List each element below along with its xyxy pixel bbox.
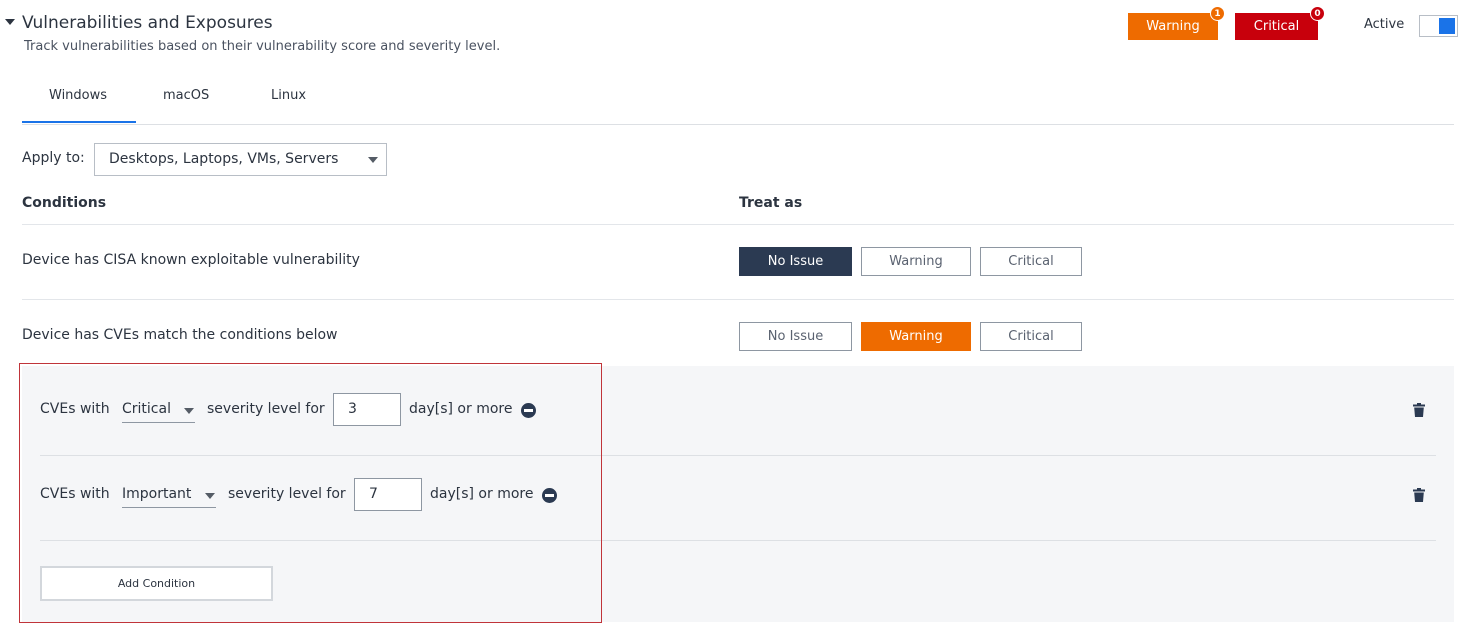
toggle-knob — [1439, 18, 1455, 34]
apply-to-label: Apply to: — [22, 150, 85, 166]
tab-linux[interactable]: Linux — [271, 88, 306, 103]
condition-cisa-text: Device has CISA known exploitable vulner… — [22, 252, 360, 268]
cves-warning-button[interactable]: Warning — [861, 322, 971, 351]
critical-summary-button[interactable]: Critical — [1235, 13, 1318, 40]
chevron-down-icon — [368, 157, 378, 163]
tab-windows[interactable]: Windows — [49, 88, 107, 103]
collapse-caret-icon[interactable] — [5, 19, 15, 25]
highlight-box — [19, 363, 602, 623]
tab-macos[interactable]: macOS — [163, 88, 209, 103]
apply-to-select[interactable]: Desktops, Laptops, VMs, Servers — [94, 143, 387, 176]
trash-icon[interactable] — [1413, 488, 1425, 502]
cves-no-issue-button[interactable]: No Issue — [739, 322, 852, 351]
warning-count-badge: 1 — [1210, 6, 1225, 21]
active-tab-indicator — [22, 121, 136, 123]
conditions-column-header: Conditions — [22, 195, 107, 211]
active-label: Active — [1364, 17, 1405, 32]
cisa-critical-button[interactable]: Critical — [980, 247, 1082, 276]
divider — [22, 224, 1454, 225]
cves-critical-button[interactable]: Critical — [980, 322, 1082, 351]
critical-count-badge: 0 — [1310, 6, 1325, 21]
section-title: Vulnerabilities and Exposures — [22, 13, 273, 33]
warning-summary-button[interactable]: Warning — [1128, 13, 1218, 40]
condition-cves-text: Device has CVEs match the conditions bel… — [22, 327, 338, 343]
cisa-no-issue-button[interactable]: No Issue — [739, 247, 852, 276]
tabs-divider — [22, 124, 1454, 125]
divider — [22, 299, 1454, 300]
trash-icon[interactable] — [1413, 403, 1425, 417]
section-subtitle: Track vulnerabilities based on their vul… — [24, 39, 501, 54]
apply-to-value: Desktops, Laptops, VMs, Servers — [109, 151, 339, 167]
active-toggle[interactable] — [1419, 15, 1458, 37]
treat-as-column-header: Treat as — [739, 195, 803, 211]
cisa-warning-button[interactable]: Warning — [861, 247, 971, 276]
